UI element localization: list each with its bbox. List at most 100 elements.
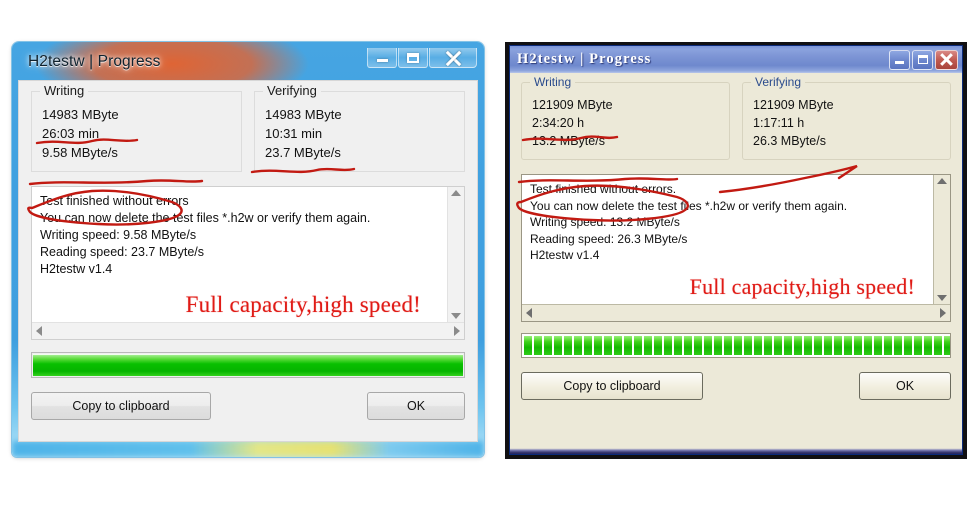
vertical-scrollbar[interactable] xyxy=(447,187,464,322)
title-bar[interactable]: H2testw | Progress xyxy=(510,46,962,73)
progress-segment xyxy=(914,335,922,355)
progress-segment xyxy=(584,335,592,355)
progress-segment xyxy=(854,335,862,355)
minimize-icon xyxy=(895,61,904,64)
progress-segment xyxy=(834,335,842,355)
ok-button[interactable]: OK xyxy=(859,371,951,400)
progress-segment xyxy=(764,335,772,355)
horizontal-scrollbar[interactable] xyxy=(522,303,950,321)
progress-segment xyxy=(824,335,832,355)
progress-segment xyxy=(744,335,752,355)
writing-speed: 9.58 MByte/s xyxy=(42,145,118,160)
log-line-3: Reading speed: 26.3 MByte/s xyxy=(530,231,688,246)
copy-to-clipboard-button[interactable]: Copy to clipboard xyxy=(31,392,211,420)
progress-segment xyxy=(894,335,902,355)
scroll-up-icon[interactable] xyxy=(451,190,461,196)
progress-segment xyxy=(674,335,682,355)
progress-segment xyxy=(814,335,822,355)
window-bottom-edge xyxy=(510,447,962,454)
verifying-total-bytes: 14983 MByte xyxy=(265,107,342,122)
horizontal-scrollbar[interactable] xyxy=(32,322,464,339)
ok-button[interactable]: OK xyxy=(367,392,465,420)
progress-segment xyxy=(944,335,950,355)
progress-segment xyxy=(614,335,622,355)
scroll-right-icon[interactable] xyxy=(940,307,946,318)
window-frame: H2testw | Progress Writing 121909 MByte … xyxy=(509,45,963,455)
screenshot-stage: H2testw | Progress Writing 14983 MByte 2… xyxy=(0,0,980,525)
writing-panel-legend: Writing xyxy=(40,84,89,98)
close-button[interactable] xyxy=(935,49,958,70)
window-controls xyxy=(366,48,478,68)
button-row: Copy to clipboard OK xyxy=(521,371,951,400)
maximize-button[interactable] xyxy=(398,48,428,68)
maximize-icon xyxy=(917,55,928,64)
log-line-0: Test finished without errors xyxy=(40,194,189,208)
stats-panels: Writing 121909 MByte 2:34:20 h 13.2 MByt… xyxy=(521,75,951,160)
progress-segment xyxy=(904,335,912,355)
progress-bar xyxy=(31,352,465,378)
progress-segment xyxy=(774,335,782,355)
scroll-left-icon[interactable] xyxy=(36,326,42,336)
progress-segment xyxy=(534,335,542,355)
progress-segment xyxy=(794,335,802,355)
verifying-total-bytes: 121909 MByte xyxy=(753,98,834,112)
close-icon xyxy=(940,53,953,66)
progress-segment xyxy=(634,335,642,355)
progress-segment xyxy=(864,335,872,355)
scroll-down-icon[interactable] xyxy=(937,294,947,301)
progress-segment xyxy=(714,335,722,355)
close-button[interactable] xyxy=(429,48,477,68)
progress-segment xyxy=(574,335,582,355)
log-output-text[interactable]: Test finished without errors. You can no… xyxy=(522,175,933,304)
progress-segment xyxy=(624,335,632,355)
progress-segment xyxy=(734,335,742,355)
maximize-icon xyxy=(407,52,419,63)
log-output-area[interactable]: Test finished without errors You can now… xyxy=(31,186,465,340)
minimize-button[interactable] xyxy=(367,48,397,68)
progress-segment xyxy=(684,335,692,355)
progress-segment xyxy=(844,335,852,355)
log-line-1: You can now delete the test files *.h2w … xyxy=(530,198,848,213)
log-line-2: Writing speed: 9.58 MByte/s xyxy=(40,228,197,242)
verifying-panel-legend: Verifying xyxy=(263,84,321,98)
scroll-up-icon[interactable] xyxy=(937,178,947,184)
minimize-button[interactable] xyxy=(889,49,910,70)
copy-to-clipboard-button[interactable]: Copy to clipboard xyxy=(521,371,703,400)
writing-speed: 13.2 MByte/s xyxy=(532,134,605,148)
close-icon xyxy=(445,50,461,66)
verifying-elapsed-time: 10:31 min xyxy=(265,126,323,141)
progress-segment xyxy=(604,335,612,355)
log-output-row: Test finished without errors You can now… xyxy=(32,187,464,322)
log-output-area[interactable]: Test finished without errors. You can no… xyxy=(521,174,951,322)
scroll-right-icon[interactable] xyxy=(454,326,460,336)
maximize-button[interactable] xyxy=(912,49,933,70)
button-row: Copy to clipboard OK xyxy=(31,392,465,420)
log-line-0: Test finished without errors. xyxy=(530,182,677,196)
progress-segment xyxy=(934,335,942,355)
verifying-panel: Verifying 121909 MByte 1:17:11 h 26.3 MB… xyxy=(742,75,951,160)
h2testw-progress-window-win7[interactable]: H2testw | Progress Writing 14983 MByte 2… xyxy=(12,42,484,457)
vertical-scrollbar[interactable] xyxy=(933,175,950,304)
verifying-speed: 26.3 MByte/s xyxy=(753,134,826,148)
writing-elapsed-time: 26:03 min xyxy=(42,126,100,141)
verifying-elapsed-time: 1:17:11 h xyxy=(753,116,805,130)
writing-total-bytes: 14983 MByte xyxy=(42,107,119,122)
writing-panel-legend: Writing xyxy=(530,75,576,89)
title-bar[interactable]: H2testw | Progress xyxy=(18,48,478,80)
window-body: Writing 121909 MByte 2:34:20 h 13.2 MByt… xyxy=(510,73,962,447)
progress-segment xyxy=(594,335,602,355)
progress-segment xyxy=(924,335,932,355)
stats-panels: Writing 14983 MByte 26:03 min 9.58 MByte… xyxy=(31,84,465,172)
progress-segment xyxy=(554,335,562,355)
progress-segment xyxy=(654,335,662,355)
h2testw-progress-window-winxp[interactable]: H2testw | Progress Writing 121909 MByte … xyxy=(505,42,967,459)
window-title: H2testw | Progress xyxy=(517,51,652,67)
scroll-down-icon[interactable] xyxy=(451,313,461,319)
annotation-full-capacity: Full capacity,high speed! xyxy=(185,292,421,317)
progress-bar-fill xyxy=(33,354,463,376)
writing-panel: Writing 14983 MByte 26:03 min 9.58 MByte… xyxy=(31,84,242,172)
writing-panel: Writing 121909 MByte 2:34:20 h 13.2 MByt… xyxy=(521,75,730,160)
scroll-left-icon[interactable] xyxy=(526,307,532,318)
verifying-panel-legend: Verifying xyxy=(751,75,806,89)
log-output-text[interactable]: Test finished without errors You can now… xyxy=(32,187,447,322)
